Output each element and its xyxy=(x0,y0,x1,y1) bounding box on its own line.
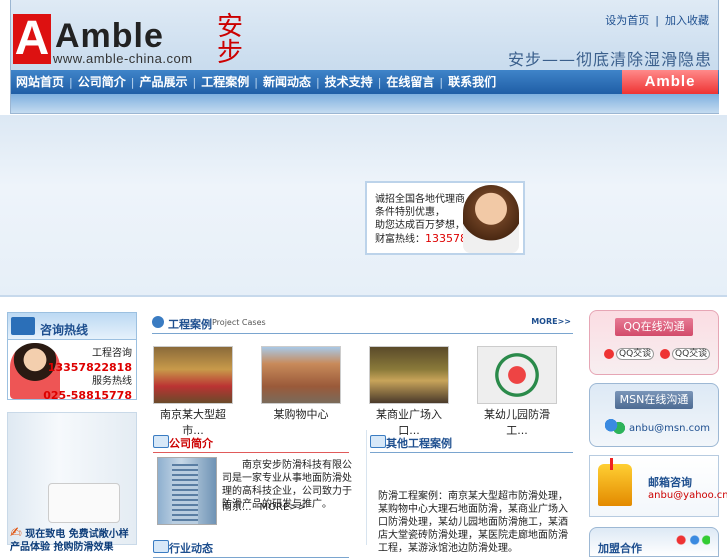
bathroom-promo-image[interactable]: ✍ 现在致电 免费试敞小样 产品体验 抢购防滑效果 xyxy=(7,412,137,553)
cases-section-header: 工程案例 Project Cases MORE>> xyxy=(152,313,573,334)
hotline-numbers: 工程咨询 13357822818 服务热线 025-58815778 xyxy=(43,347,132,403)
agent-recruit-promo[interactable]: 诚招全国各地代理商， 条件特别优惠， 助您达成百万梦想， 财富热线：133578… xyxy=(365,181,525,255)
promo-caption-line: 产品体验 抢购防滑效果 xyxy=(10,542,114,553)
nav-contact[interactable]: 联系我们 xyxy=(443,70,501,94)
other-cases-title: 其他工程案例 xyxy=(386,437,452,450)
bathtub-illustration xyxy=(48,483,120,523)
nav-brand-badge: Amble xyxy=(622,70,718,94)
service-number: 025-58815778 xyxy=(43,389,132,402)
promo-hotline-label: 财富热线： xyxy=(375,234,425,245)
top-links: 设为首页 | 加入收藏 xyxy=(602,12,712,28)
mailbox-icon xyxy=(598,458,632,506)
msn-people-icon xyxy=(605,418,625,436)
window-icon xyxy=(153,435,169,448)
column-divider xyxy=(366,430,367,545)
logo-url: www.amble-china.com xyxy=(53,51,193,66)
hero-banner xyxy=(0,115,727,297)
qq-penguin-icon xyxy=(660,348,670,359)
msn-contact-box: MSN在线沟通 anbu@msn.com xyxy=(589,383,719,447)
nav-products[interactable]: 产品展示 xyxy=(134,70,192,94)
hotline-title: 咨询热线 xyxy=(40,323,89,337)
news-section-header: 行业动态 xyxy=(153,537,349,558)
qq-chat-label: QQ交谈 xyxy=(616,348,655,360)
site-header: A Amble www.amble-china.com 安步 设为首页 | 加入收藏… xyxy=(10,0,719,114)
window-icon xyxy=(153,540,169,553)
msn-title: MSN在线沟通 xyxy=(615,391,693,409)
service-label: 服务热线 xyxy=(92,376,132,387)
about-section-header: 公司简介 xyxy=(153,432,349,453)
mail-contact-box[interactable]: 邮箱咨询 anbu@yahoo.cn xyxy=(589,455,727,517)
mail-title: 邮箱咨询 xyxy=(648,476,692,489)
about-more-row: 南京... MORE>> xyxy=(222,498,306,513)
case-thumbnail[interactable] xyxy=(369,346,449,404)
company-building-photo xyxy=(157,457,217,525)
cases-subtitle: Project Cases xyxy=(212,318,266,327)
chart-icon xyxy=(11,317,35,335)
top-link-separator: | xyxy=(655,14,659,27)
main-nav: 网站首页 | 公司简介 | 产品展示 | 工程案例 | 新闻动态 | 技术支持 | 在线留言 | 联系我们 xyxy=(11,70,719,94)
nav-support[interactable]: 技术支持 xyxy=(320,70,378,94)
about-more-link[interactable]: MORE>> xyxy=(260,502,307,513)
consult-number: 13357822818 xyxy=(47,361,132,374)
case-caption[interactable]: 某购物中心 xyxy=(261,406,341,422)
nav-cases[interactable]: 工程案例 xyxy=(196,70,254,94)
window-icon xyxy=(370,435,386,448)
nav-message[interactable]: 在线留言 xyxy=(381,70,439,94)
set-homepage-link[interactable]: 设为首页 xyxy=(605,14,649,27)
nav-news[interactable]: 新闻动态 xyxy=(258,70,316,94)
header-slogan: 安步——彻底清除湿滑隐患 xyxy=(507,50,712,69)
headset-agent-photo xyxy=(463,185,519,253)
qq-chat-button[interactable]: QQ交谈 xyxy=(660,346,711,360)
about-title: 公司简介 xyxy=(169,437,213,450)
qq-chat-button[interactable]: QQ交谈 xyxy=(604,346,655,360)
colored-balls-icon xyxy=(676,534,710,546)
cases-more-link[interactable]: MORE>> xyxy=(531,317,571,326)
logo-letter-a: A xyxy=(13,12,51,65)
bathroom-promo-caption: ✍ 现在致电 免费试敞小样 产品体验 抢购防滑效果 xyxy=(10,526,136,554)
logo-wordmark: Amble xyxy=(55,17,164,55)
case-thumbnail[interactable] xyxy=(261,346,341,404)
other-cases-text: 防滑工程案例：南京某大型超市防滑处理，某购物中心大理石地面防滑，某商业广场入口防… xyxy=(378,491,568,554)
cases-title: 工程案例 xyxy=(168,318,212,331)
join-title: 加盟合作 xyxy=(598,542,642,555)
nav-home[interactable]: 网站首页 xyxy=(11,70,69,94)
hotline-header: 咨询热线 xyxy=(8,313,136,340)
bullet-icon xyxy=(152,316,164,328)
nav-about[interactable]: 公司简介 xyxy=(73,70,131,94)
qq-contact-box: QQ在线沟通 QQ交谈 QQ交谈 xyxy=(589,310,719,375)
case-thumbnail[interactable] xyxy=(153,346,233,404)
qq-penguin-icon xyxy=(604,348,614,359)
add-favorite-link[interactable]: 加入收藏 xyxy=(665,14,709,27)
mail-account[interactable]: anbu@yahoo.cn xyxy=(648,490,727,501)
nav-underbar xyxy=(11,94,719,113)
about-tail: 南京... xyxy=(222,502,252,513)
promo-caption-line: 现在致电 免费试敞小样 xyxy=(25,529,129,540)
case-thumbnail[interactable] xyxy=(477,346,557,404)
hotline-box: 咨询热线 工程咨询 13357822818 服务热线 025-58815778 xyxy=(7,312,137,403)
msn-account-link[interactable]: anbu@msn.com xyxy=(629,423,710,434)
logo-chinese: 安步 xyxy=(217,12,244,68)
other-cases-header: 其他工程案例 xyxy=(370,432,573,453)
site-logo[interactable]: A Amble www.amble-china.com 安步 xyxy=(11,12,251,70)
news-title: 行业动态 xyxy=(169,542,213,555)
qq-title: QQ在线沟通 xyxy=(615,318,693,336)
qq-chat-label: QQ交谈 xyxy=(672,348,711,360)
join-box[interactable]: 加盟合作 xyxy=(589,527,719,557)
consult-label: 工程咨询 xyxy=(92,348,132,359)
